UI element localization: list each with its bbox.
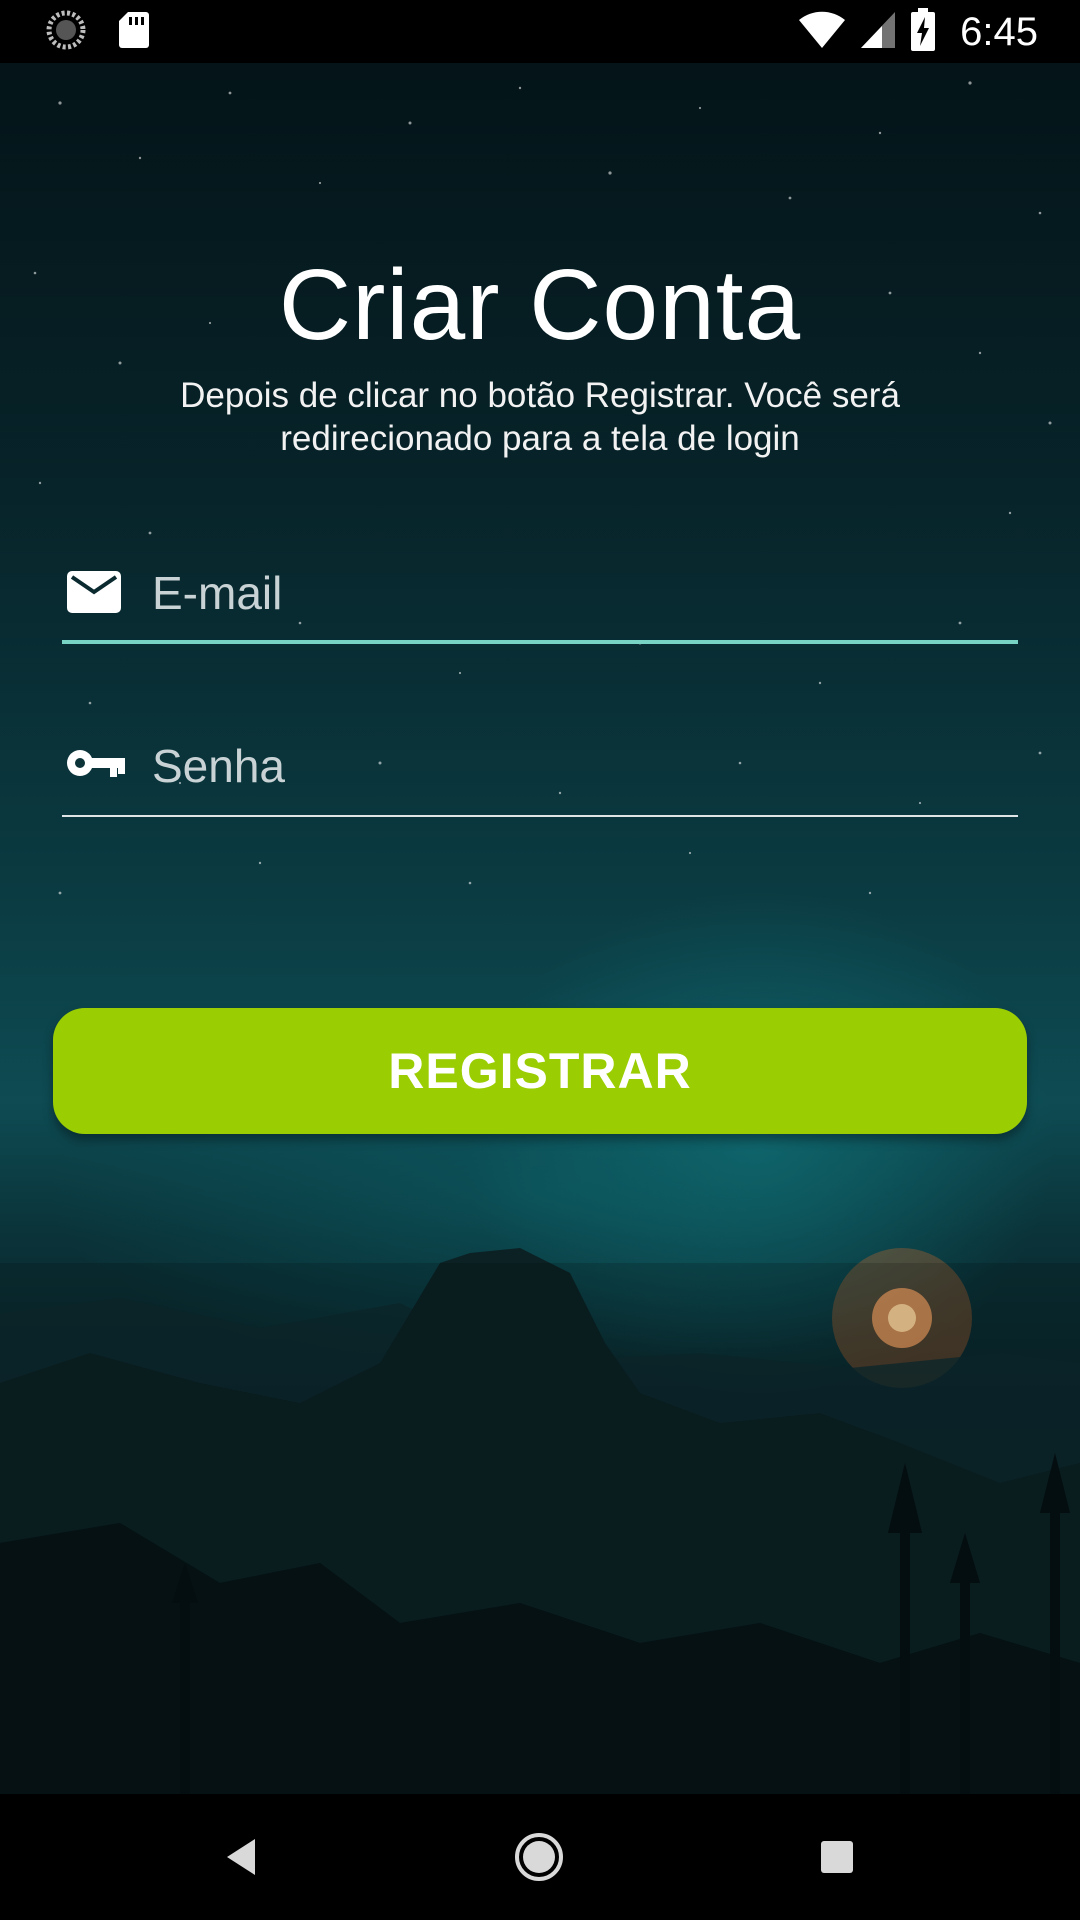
back-icon (223, 1837, 259, 1882)
email-underline (62, 640, 1018, 644)
status-time: 6:45 (960, 9, 1038, 54)
password-field[interactable] (62, 721, 1018, 817)
navigation-bar (0, 1794, 1080, 1920)
key-icon (66, 743, 125, 789)
password-underline (62, 815, 1018, 817)
register-button[interactable]: REGISTRAR (53, 1008, 1027, 1134)
status-bar: 6:45 (0, 0, 1080, 63)
mail-icon (66, 570, 124, 616)
home-button[interactable] (504, 1824, 574, 1894)
password-input[interactable] (152, 731, 1012, 801)
loading-icon (46, 10, 86, 55)
page-title: Criar Conta (278, 249, 802, 361)
signal-icon (860, 11, 896, 54)
recents-button[interactable] (802, 1824, 872, 1894)
home-icon (513, 1831, 565, 1888)
page-subtitle: Depois de clicar no botão Registrar. Voc… (180, 376, 900, 458)
battery-charging-icon (910, 7, 936, 57)
email-field[interactable] (62, 548, 1018, 644)
email-input[interactable] (152, 558, 1012, 628)
wifi-icon (798, 11, 846, 54)
sd-card-icon (118, 11, 150, 54)
create-account-screen: 6:45 Criar Conta Depois de clicar no bot… (0, 0, 1080, 1920)
back-button[interactable] (206, 1824, 276, 1894)
recents-icon (819, 1839, 855, 1880)
